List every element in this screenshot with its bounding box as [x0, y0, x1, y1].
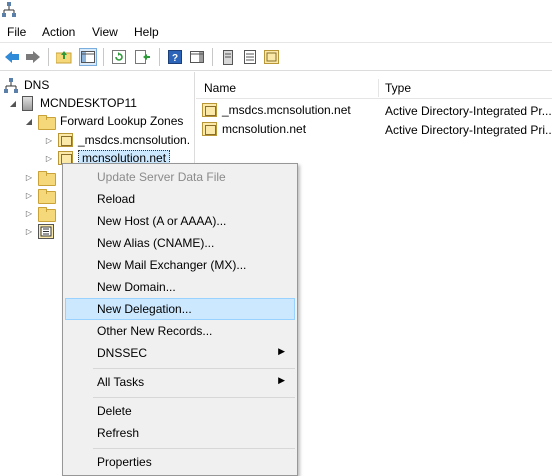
folder-icon [38, 114, 56, 130]
menu-item-new-delegation[interactable]: New Delegation... [65, 298, 295, 320]
expand-arrow-icon[interactable]: ▷ [24, 168, 34, 186]
tree-node-server[interactable]: ◢ MCNDESKTOP11 [8, 94, 137, 112]
menu-item-refresh[interactable]: Refresh [65, 422, 295, 444]
up-folder-icon[interactable] [55, 48, 73, 66]
tree-label-forward-zones: Forward Lookup Zones [60, 114, 184, 128]
list-item[interactable]: _msdcs.mcnsolution.net Active Directory-… [196, 101, 552, 120]
menu-item-new-host[interactable]: New Host (A or AAAA)... [65, 210, 295, 232]
expand-arrow-icon[interactable]: ▷ [24, 186, 34, 204]
menu-item-dnssec[interactable]: DNSSEC ▶ [65, 342, 295, 364]
list-item-type: Active Directory-Integrated Pr... [385, 104, 552, 118]
menu-item-other-new-records[interactable]: Other New Records... [65, 320, 295, 342]
zone-icon [202, 103, 217, 117]
tree-node-zone-msdcs[interactable]: ▷ _msdcs.mcnsolution. [44, 131, 190, 149]
collapse-arrow-icon[interactable]: ◢ [8, 94, 18, 112]
menu-item-delete[interactable]: Delete [65, 400, 295, 422]
expand-arrow-icon[interactable]: ▷ [44, 149, 54, 167]
list-header: Name Type [196, 77, 552, 99]
menu-item-update-server-data-file: Update Server Data File [97, 170, 226, 184]
tree-node-folder[interactable]: ▷ [24, 186, 60, 204]
menu-item-new-alias[interactable]: New Alias (CNAME)... [65, 232, 295, 254]
submenu-arrow-icon: ▶ [278, 375, 285, 385]
collapse-arrow-icon[interactable]: ◢ [24, 112, 34, 130]
folder-icon [38, 188, 56, 204]
forward-arrow-icon[interactable] [24, 48, 42, 66]
zone-icon [202, 122, 217, 136]
dns-app-icon [2, 2, 16, 17]
refresh-icon[interactable] [110, 48, 128, 66]
menu-item-properties[interactable]: Properties [65, 451, 295, 473]
zone-properties-icon[interactable] [262, 48, 280, 66]
list-item-name: _msdcs.mcnsolution.net [222, 103, 351, 117]
zone-icon [58, 133, 73, 147]
menu-item-new-domain[interactable]: New Domain... [65, 276, 295, 298]
folder-icon [38, 170, 56, 186]
menu-bar: File Action View Help [0, 21, 552, 43]
menu-item-new-mail-exchanger[interactable]: New Mail Exchanger (MX)... [65, 254, 295, 276]
column-header-name[interactable]: Name [204, 81, 236, 95]
help-icon[interactable]: ? [166, 48, 184, 66]
menu-item-all-tasks[interactable]: All Tasks ▶ [65, 371, 295, 393]
show-action-pane-icon[interactable] [188, 48, 206, 66]
submenu-arrow-icon: ▶ [278, 346, 285, 356]
column-header-type[interactable]: Type [385, 81, 411, 95]
menu-view[interactable]: View [92, 25, 118, 39]
event-log-icon [38, 223, 54, 239]
list-item-name: mcnsolution.net [222, 122, 307, 136]
toolbar: ? [0, 43, 552, 71]
tree-label-dns: DNS [24, 78, 50, 92]
menu-action[interactable]: Action [42, 25, 75, 39]
export-list-icon[interactable] [134, 48, 152, 66]
server-icon[interactable] [219, 48, 237, 66]
tree-label-zone-msdcs: _msdcs.mcnsolution. [78, 133, 191, 147]
tree-node-forward-zones[interactable]: ◢ Forward Lookup Zones [24, 112, 183, 130]
menu-help[interactable]: Help [134, 25, 159, 39]
server-icon [22, 95, 33, 111]
tree-node-dns[interactable]: DNS [4, 76, 49, 94]
folder-icon [38, 206, 56, 222]
menu-file[interactable]: File [7, 25, 26, 39]
back-arrow-icon[interactable] [3, 48, 21, 66]
show-console-tree-icon[interactable] [79, 48, 97, 66]
expand-arrow-icon[interactable]: ▷ [44, 131, 54, 149]
tree-label-server: MCNDESKTOP11 [40, 96, 137, 110]
expand-arrow-icon[interactable]: ▷ [24, 204, 34, 222]
tree-node-folder[interactable]: ▷ [24, 168, 60, 186]
tree-node-folder[interactable]: ▷ [24, 204, 60, 222]
expand-arrow-icon[interactable]: ▷ [24, 222, 34, 240]
dns-icon [4, 77, 18, 93]
menu-item-reload[interactable]: Reload [65, 188, 295, 210]
tree-node-log[interactable]: ▷ [24, 222, 54, 240]
list-item-type: Active Directory-Integrated Pri... [385, 123, 552, 137]
context-menu: Update Server Data File Reload New Host … [62, 163, 298, 476]
list-item[interactable]: mcnsolution.net Active Directory-Integra… [196, 120, 552, 139]
list-view-icon[interactable] [241, 48, 259, 66]
svg-text:?: ? [172, 53, 178, 64]
title-bar [0, 0, 552, 21]
